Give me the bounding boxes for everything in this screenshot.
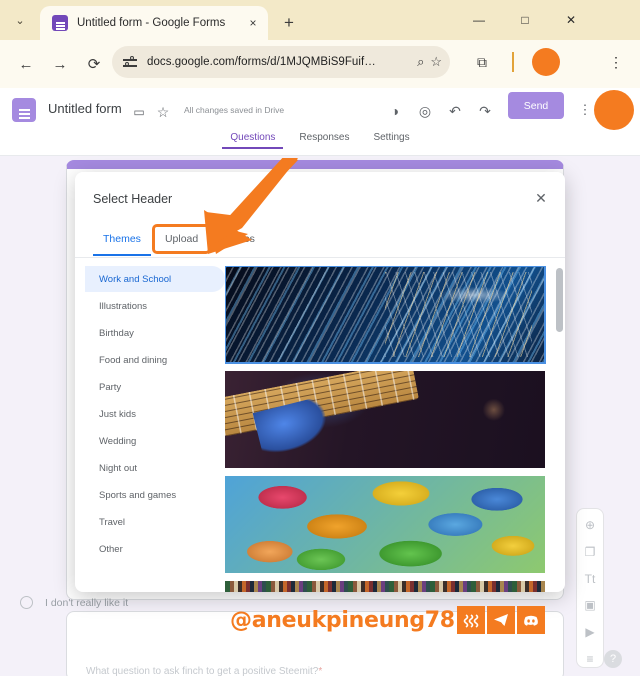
import-questions-icon[interactable]: ❐ (582, 544, 598, 560)
close-window-button[interactable]: ✕ (548, 0, 594, 40)
tab-search-icon[interactable]: ⌄ (4, 4, 36, 36)
browser-tab-title: Untitled form - Google Forms (77, 17, 226, 29)
account-avatar[interactable] (594, 90, 634, 130)
add-title-icon[interactable]: Tt (582, 571, 598, 587)
add-question-icon[interactable]: ⊕ (582, 517, 598, 533)
category-wedding[interactable]: Wedding (85, 428, 225, 454)
header-thumb-candy[interactable] (225, 476, 545, 573)
category-travel[interactable]: Travel (85, 509, 225, 535)
add-video-icon[interactable]: ▶ (582, 624, 598, 640)
category-birthday[interactable]: Birthday (85, 320, 225, 346)
browser-menu-icon[interactable]: ⋮ (606, 52, 626, 72)
theme-icon[interactable]: ◑ (385, 101, 405, 121)
dialog-tab-bar: Themes Upload Photos (93, 224, 565, 256)
browser-tab[interactable]: Untitled form - Google Forms × (40, 6, 268, 40)
watermark: @aneukpineung78 (230, 606, 545, 634)
send-button[interactable]: Send (508, 92, 564, 119)
forms-more-menu-icon[interactable]: ⋮ (576, 101, 594, 119)
site-settings-icon[interactable] (120, 52, 140, 72)
save-status: All changes saved in Drive (184, 105, 285, 115)
tab-themes[interactable]: Themes (93, 227, 151, 256)
header-thumb-tech-lights[interactable] (225, 266, 546, 364)
zoom-icon[interactable]: ⌕ (417, 54, 424, 70)
profile-avatar[interactable] (532, 48, 560, 76)
close-tab-icon[interactable]: × (244, 14, 262, 32)
undo-icon[interactable]: ↶ (445, 101, 465, 121)
telegram-badge-icon (486, 606, 515, 634)
forms-tab-bar: Questions Responses Settings (0, 132, 640, 156)
browser-title-bar: ⌄ Untitled form - Google Forms × + — □ ✕ (0, 0, 640, 40)
dialog-divider (75, 257, 565, 258)
category-other[interactable]: Other (85, 536, 225, 562)
category-just-kids[interactable]: Just kids (85, 401, 225, 427)
new-tab-button[interactable]: + (276, 10, 302, 36)
bookmark-icon[interactable]: ☆ (430, 54, 442, 70)
tab-upload[interactable]: Upload (151, 224, 212, 254)
preview-icon[interactable]: ◎ (415, 101, 435, 121)
help-button[interactable]: ? (604, 650, 622, 668)
tab-questions[interactable]: Questions (222, 132, 284, 149)
add-image-icon[interactable]: ▣ (582, 597, 598, 613)
maximize-button[interactable]: □ (502, 0, 548, 40)
radio-button-icon[interactable] (20, 596, 33, 609)
category-party[interactable]: Party (85, 374, 225, 400)
dialog-scrollbar-thumb[interactable] (556, 268, 563, 332)
header-thumb-threads[interactable] (225, 581, 545, 592)
category-work-and-school[interactable]: Work and School (85, 266, 225, 292)
minimize-button[interactable]: — (456, 0, 502, 40)
back-icon[interactable]: ← (14, 52, 38, 76)
category-illustrations[interactable]: Illustrations (85, 293, 225, 319)
form-title[interactable]: Untitled form (48, 101, 122, 116)
tab-responses[interactable]: Responses (299, 132, 349, 149)
question-2-title: What question to ask finch to get a posi… (86, 666, 323, 676)
reload-icon[interactable]: ⟳ (82, 52, 106, 76)
category-food-and-dining[interactable]: Food and dining (85, 347, 225, 373)
select-header-dialog: Select Header ✕ Themes Upload Photos Wor… (75, 172, 565, 592)
dialog-title: Select Header (93, 192, 173, 206)
discord-badge-icon (516, 606, 545, 634)
star-icon[interactable]: ☆ (154, 103, 172, 121)
category-sports-and-games[interactable]: Sports and games (85, 482, 225, 508)
address-bar-url: docs.google.com/forms/d/1MJQMBiS9Fuif… (147, 56, 376, 68)
extensions-icon[interactable]: ⧉ (472, 52, 492, 72)
header-thumbnail-grid (225, 266, 559, 592)
forward-icon[interactable]: → (48, 52, 72, 76)
steemit-badge-icon (456, 606, 485, 634)
browser-window: ⌄ Untitled form - Google Forms × + — □ ✕… (0, 0, 640, 676)
category-night-out[interactable]: Night out (85, 455, 225, 481)
toolbar-divider (512, 52, 514, 72)
close-dialog-icon[interactable]: ✕ (529, 186, 553, 210)
tab-photos[interactable]: Photos (212, 227, 265, 251)
move-to-folder-icon[interactable]: ▭ (130, 103, 148, 121)
tab-settings[interactable]: Settings (373, 132, 409, 149)
radio-option-row[interactable]: I don't really like it (20, 596, 128, 609)
address-bar[interactable]: docs.google.com/forms/d/1MJQMBiS9Fuif… ⌕… (112, 46, 450, 78)
question-tools-toolbar: ⊕ ❐ Tt ▣ ▶ ≡ (576, 508, 604, 668)
google-forms-logo-icon[interactable] (12, 98, 36, 122)
theme-category-list: Work and School Illustrations Birthday F… (85, 266, 225, 563)
add-section-icon[interactable]: ≡ (582, 651, 598, 667)
forms-favicon-icon (52, 15, 68, 31)
header-thumb-guitar[interactable] (225, 371, 545, 468)
watermark-text: @aneukpineung78 (230, 607, 455, 633)
radio-option-label: I don't really like it (45, 596, 129, 609)
redo-icon[interactable]: ↷ (475, 101, 495, 121)
